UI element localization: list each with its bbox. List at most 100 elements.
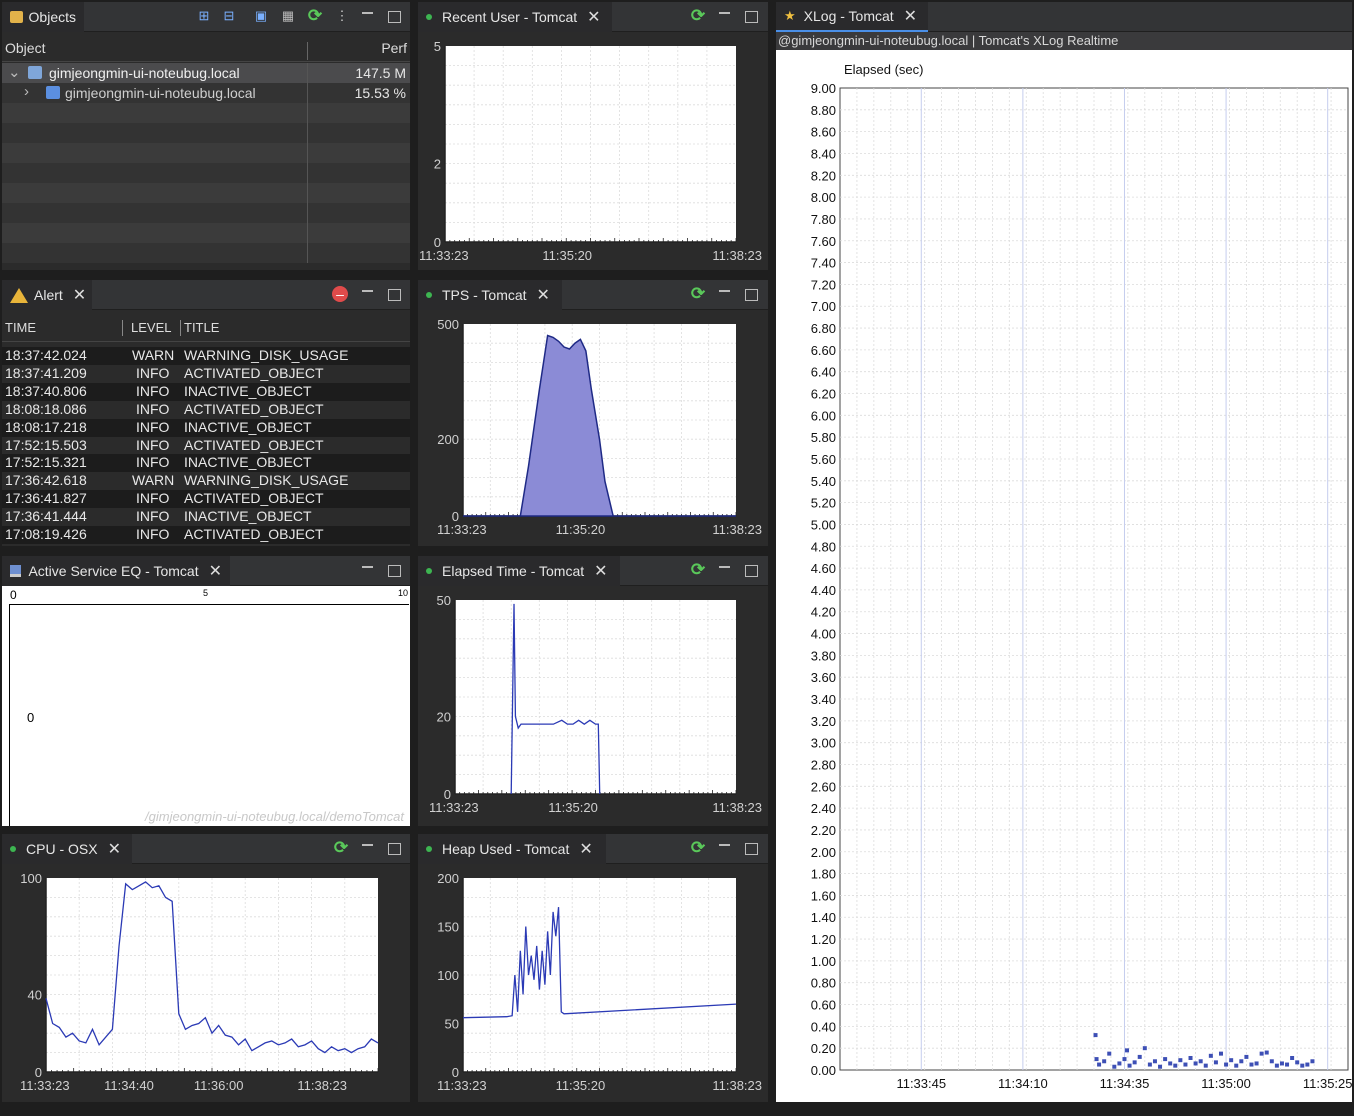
refresh-icon[interactable]: ⟳ <box>689 839 707 857</box>
tab-recent-user-label: Recent User - Tomcat <box>442 9 578 25</box>
alert-level: INFO <box>136 436 170 453</box>
close-icon[interactable]: ✕ <box>209 561 222 581</box>
xlog-point <box>1208 1053 1213 1058</box>
scale-label-10: 10 <box>398 588 409 598</box>
minimize-icon[interactable] <box>359 839 377 857</box>
tab-active-service[interactable]: Active Service EQ - Tomcat ✕ <box>2 556 230 586</box>
close-icon[interactable]: ✕ <box>73 285 86 305</box>
table-row[interactable]: › gimjeongmin-ui-noteubug.local 15.53 % <box>2 83 410 103</box>
table-row[interactable]: 17:36:41.444 INFO INACTIVE_OBJECT <box>2 508 410 527</box>
y-tick-label: 0.20 <box>811 1041 836 1056</box>
alert-level: INFO <box>136 382 170 399</box>
close-icon[interactable]: ✕ <box>904 6 917 26</box>
monitor-icon[interactable]: ▣ <box>252 7 270 25</box>
xlog-chart: 9.00 8.80 8.60 8.40 8.20 8.00 7.80 7.60 7.40 7.20… <box>811 81 1352 1091</box>
monitor-icon <box>10 565 22 577</box>
table-row[interactable]: 18:08:17.218 INFO INACTIVE_OBJECT <box>2 418 410 437</box>
table-row[interactable]: 18:08:18.086 INFO ACTIVATED_OBJECT <box>2 400 410 419</box>
table-row[interactable]: 17:36:41.827 INFO ACTIVATED_OBJECT <box>2 490 410 509</box>
xlog-point <box>1305 1062 1310 1067</box>
tab-recent-user[interactable]: Recent User - Tomcat ✕ <box>418 2 612 32</box>
collapse-all-icon[interactable]: ⊟ <box>220 7 238 25</box>
tab-objects[interactable]: Objects <box>2 2 84 32</box>
table-row[interactable]: 17:36:42.618 WARN WARNING_DISK_USAGE <box>2 472 410 491</box>
refresh-icon[interactable]: ⟳ <box>306 7 324 25</box>
refresh-icon[interactable]: ⟳ <box>689 7 707 25</box>
x-tick-label: 11:34:40 <box>104 1078 154 1093</box>
tab-cpu[interactable]: CPU - OSX ✕ <box>2 834 132 864</box>
alert-title: ACTIVATED_OBJECT <box>184 490 324 507</box>
maximize-icon[interactable] <box>742 285 760 303</box>
refresh-icon[interactable]: ⟳ <box>332 839 350 857</box>
maximize-icon[interactable] <box>385 285 403 303</box>
minimize-icon[interactable] <box>359 285 377 303</box>
close-icon[interactable]: ✕ <box>587 7 600 27</box>
minimize-icon[interactable] <box>716 285 734 303</box>
table-row[interactable]: 18:37:42.024 WARN WARNING_DISK_USAGE <box>2 347 410 365</box>
tps-panel: TPS - Tomcat ✕ ⟳ 500 200 0 11:33:23 11:35:20… <box>418 280 768 546</box>
tab-tps[interactable]: TPS - Tomcat ✕ <box>418 280 562 310</box>
minimize-icon[interactable] <box>716 839 734 857</box>
clear-alerts-icon[interactable]: – <box>332 286 348 302</box>
xlog-point <box>1310 1059 1315 1064</box>
maximize-icon[interactable] <box>742 839 760 857</box>
refresh-icon[interactable]: ⟳ <box>689 561 707 579</box>
object-name: gimjeongmin-ui-noteubug.local <box>65 85 256 101</box>
refresh-icon[interactable]: ⟳ <box>689 285 707 303</box>
heap-panel: Heap Used - Tomcat ✕ ⟳ 200 150 100 50 0 11:33… <box>418 834 768 1102</box>
table-row[interactable]: ⌄ gimjeongmin-ui-noteubug.local 147.5 M <box>2 63 410 83</box>
tab-heap[interactable]: Heap Used - Tomcat ✕ <box>418 834 606 864</box>
close-icon[interactable]: ✕ <box>108 839 121 859</box>
col-divider <box>122 320 123 336</box>
xlog-point <box>1239 1059 1244 1064</box>
maximize-icon[interactable] <box>385 561 403 579</box>
xlog-point <box>1163 1057 1168 1062</box>
y-tick-label: 7.00 <box>811 299 836 314</box>
minimize-icon[interactable] <box>359 561 377 579</box>
x-tick-label: 11:34:35 <box>1100 1076 1150 1091</box>
table-row[interactable]: 18:37:40.806 INFO INACTIVE_OBJECT <box>2 382 410 401</box>
xlog-point <box>1285 1062 1290 1067</box>
table-row[interactable]: 17:52:15.503 INFO ACTIVATED_OBJECT <box>2 436 410 455</box>
xlog-point <box>1147 1062 1152 1067</box>
col-title[interactable]: TITLE <box>184 320 219 335</box>
col-object[interactable]: Object <box>5 40 45 56</box>
minimize-icon[interactable] <box>716 561 734 579</box>
close-icon[interactable]: ✕ <box>594 561 607 581</box>
y-tick-label: 2.40 <box>811 801 836 816</box>
chevron-right-icon[interactable]: › <box>24 83 29 100</box>
expand-all-icon[interactable]: ⊞ <box>195 7 213 25</box>
tab-elapsed[interactable]: Elapsed Time - Tomcat ✕ <box>418 556 620 586</box>
table-row[interactable]: 18:37:41.209 INFO ACTIVATED_OBJECT <box>2 364 410 383</box>
alert-title: WARNING_DISK_USAGE <box>184 472 349 489</box>
table-row[interactable]: 17:08:19.426 INFO ACTIVATED_OBJECT <box>2 526 410 544</box>
y-tick-label: 50 <box>437 593 451 608</box>
minimize-icon[interactable] <box>359 7 377 25</box>
col-perf[interactable]: Perf <box>381 40 407 56</box>
table-icon[interactable]: ▦ <box>279 7 297 25</box>
maximize-icon[interactable] <box>742 7 760 25</box>
close-icon[interactable]: ✕ <box>537 285 550 305</box>
minimize-icon[interactable] <box>716 7 734 25</box>
col-divider <box>307 103 308 123</box>
maximize-icon[interactable] <box>385 7 403 25</box>
y-tick-label: 4.20 <box>811 605 836 620</box>
status-dot-icon <box>426 846 432 852</box>
y-tick-label: 0.00 <box>811 1063 836 1078</box>
close-icon[interactable]: ✕ <box>579 839 592 859</box>
cpu-tabbar: CPU - OSX ✕ ⟳ <box>2 834 410 864</box>
col-level[interactable]: LEVEL <box>131 320 171 335</box>
maximize-icon[interactable] <box>742 561 760 579</box>
tab-xlog[interactable]: ★ XLog - Tomcat ✕ <box>776 2 928 32</box>
maximize-icon[interactable] <box>385 839 403 857</box>
more-icon[interactable]: ⋮ <box>333 7 351 25</box>
xlog-point <box>1188 1055 1193 1060</box>
table-row[interactable]: 17:52:15.321 INFO INACTIVE_OBJECT <box>2 454 410 473</box>
object-path: /gimjeongmin-ui-noteubug.local/demoTomca… <box>145 809 404 824</box>
chevron-down-icon[interactable]: ⌄ <box>8 63 21 81</box>
tab-xlog-label: XLog - Tomcat <box>803 8 894 24</box>
xlog-subtitle-bar: @gimjeongmin-ui-noteubug.local | Tomcat'… <box>776 32 1352 50</box>
xlog-point <box>1219 1051 1223 1056</box>
tab-alert[interactable]: Alert ✕ <box>2 280 92 310</box>
col-time[interactable]: TIME <box>5 320 36 335</box>
